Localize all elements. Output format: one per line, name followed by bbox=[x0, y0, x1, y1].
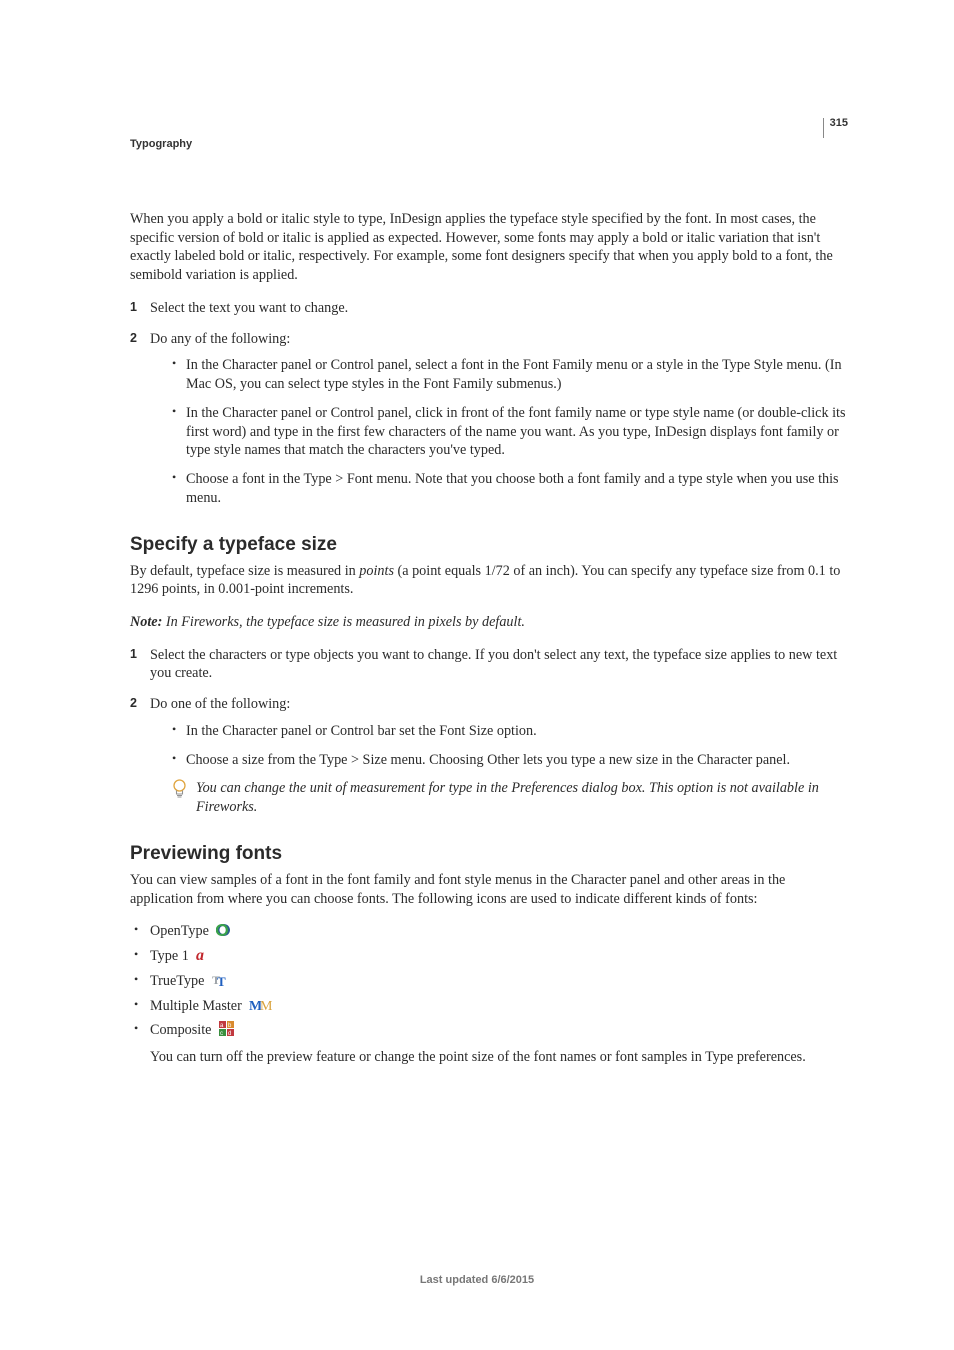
label: TrueType bbox=[150, 973, 208, 989]
list-item: In the Character panel or Control panel,… bbox=[172, 356, 847, 393]
opentype-icon bbox=[216, 923, 231, 937]
step-1: 1 Select the text you want to change. bbox=[130, 299, 847, 318]
svg-text:c: c bbox=[220, 1031, 223, 1036]
tip: You can change the unit of measurement f… bbox=[172, 779, 847, 816]
label: OpenType bbox=[150, 923, 212, 939]
heading-previewing-fonts: Previewing fonts bbox=[130, 843, 847, 865]
step-2-sublist: In the Character panel or Control bar se… bbox=[150, 722, 847, 769]
step-text: Do any of the following: bbox=[150, 331, 290, 347]
list-item-type1: Type 1 a bbox=[130, 947, 847, 966]
footer-last-updated: Last updated 6/6/2015 bbox=[0, 1274, 954, 1286]
preview-paragraph: You can view samples of a font in the fo… bbox=[130, 871, 847, 908]
em-points: points bbox=[359, 563, 394, 579]
lightbulb-icon bbox=[172, 779, 187, 799]
note-line: Note: In Fireworks, the typeface size is… bbox=[130, 613, 847, 632]
step-marker: 1 bbox=[130, 646, 137, 663]
step-marker: 1 bbox=[130, 299, 137, 316]
label: Multiple Master bbox=[150, 998, 245, 1014]
list-item: Choose a font in the Type > Font menu. N… bbox=[172, 470, 847, 507]
composite-icon: a b c d bbox=[219, 1021, 235, 1036]
multiple-master-icon: M M bbox=[249, 998, 273, 1012]
step-2-sublist: In the Character panel or Control panel,… bbox=[150, 356, 847, 507]
step-2: 2 Do any of the following: In the Charac… bbox=[130, 330, 847, 508]
step-marker: 2 bbox=[130, 330, 137, 347]
steps-size: 1 Select the characters or type objects … bbox=[130, 646, 847, 817]
tip-text: You can change the unit of measurement f… bbox=[196, 780, 819, 815]
steps-apply-style: 1 Select the text you want to change. 2 … bbox=[130, 299, 847, 508]
step-text: Do one of the following: bbox=[150, 696, 290, 712]
list-item: In the Character panel or Control panel,… bbox=[172, 404, 847, 460]
step-marker: 2 bbox=[130, 695, 137, 712]
label: Composite bbox=[150, 1022, 215, 1038]
step-1: 1 Select the characters or type objects … bbox=[130, 646, 847, 683]
page-number: 315 bbox=[823, 118, 848, 138]
svg-text:M: M bbox=[260, 999, 273, 1012]
text: By default, typeface size is measured in bbox=[130, 563, 359, 579]
note-label: Note: bbox=[130, 614, 166, 630]
size-paragraph: By default, typeface size is measured in… bbox=[130, 562, 847, 599]
svg-text:T: T bbox=[217, 974, 226, 987]
label: Type 1 bbox=[150, 948, 192, 964]
list-item-truetype: TrueType T T bbox=[130, 972, 847, 991]
type1-icon: a bbox=[196, 947, 211, 962]
heading-typeface-size: Specify a typeface size bbox=[130, 534, 847, 556]
font-type-list: OpenType Type 1 a TrueType T T Multiple … bbox=[130, 922, 847, 1040]
list-item-multiple-master: Multiple Master M M bbox=[130, 997, 847, 1016]
step-text: Select the text you want to change. bbox=[150, 300, 348, 316]
step-2: 2 Do one of the following: In the Charac… bbox=[130, 695, 847, 817]
section-header: Typography bbox=[130, 138, 847, 150]
note-text: In Fireworks, the typeface size is measu… bbox=[166, 614, 525, 630]
page: 315 Typography When you apply a bold or … bbox=[0, 0, 954, 1350]
svg-text:a: a bbox=[196, 947, 204, 962]
list-item-opentype: OpenType bbox=[130, 922, 847, 941]
preview-paragraph-2: You can turn off the preview feature or … bbox=[150, 1048, 847, 1067]
truetype-icon: T T bbox=[212, 973, 228, 987]
intro-paragraph: When you apply a bold or italic style to… bbox=[130, 210, 847, 285]
list-item-composite: Composite a b c d bbox=[130, 1021, 847, 1040]
list-item: Choose a size from the Type > Size menu.… bbox=[172, 751, 847, 770]
list-item: In the Character panel or Control bar se… bbox=[172, 722, 847, 741]
step-text: Select the characters or type objects yo… bbox=[150, 647, 837, 682]
svg-text:d: d bbox=[228, 1031, 231, 1036]
